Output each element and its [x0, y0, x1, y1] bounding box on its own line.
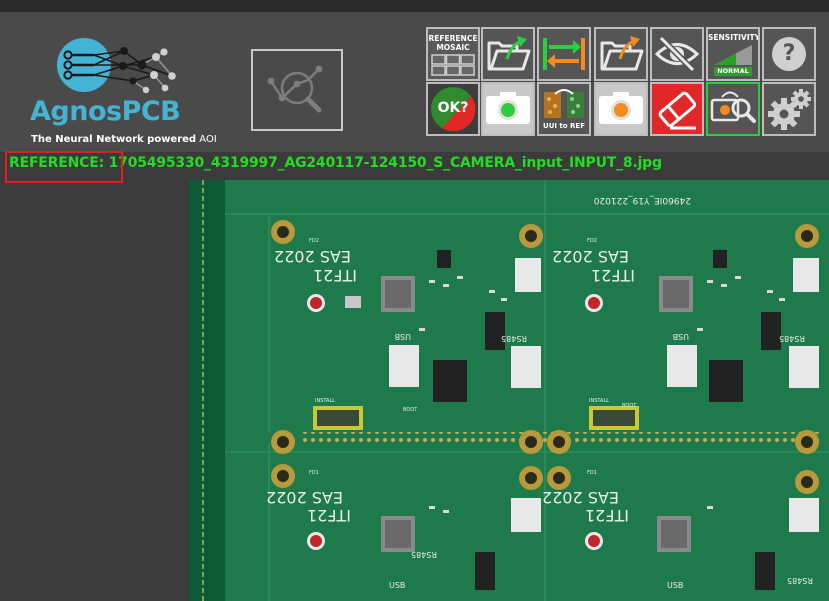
silk-usb-2: USB [673, 332, 689, 341]
swap-arrows-icon [543, 38, 585, 70]
silk-itf-3: ITF21 [307, 506, 351, 525]
capture-inspection-button[interactable] [594, 82, 648, 136]
camera-green-icon [486, 92, 530, 124]
gears-icon [768, 89, 811, 130]
logo-icon [57, 38, 176, 94]
silk-rs485-2: RS485 [779, 334, 805, 343]
ok-check-button[interactable]: OK? [426, 82, 480, 136]
camera-orange-icon [599, 92, 643, 124]
silk-boot-1: BOOT [403, 407, 418, 413]
help-button[interactable]: ? [762, 27, 816, 81]
load-inspection-button[interactable] [594, 27, 648, 81]
uui-to-ref-label: UUI to REF [543, 122, 585, 130]
capture-reference-button[interactable] [481, 82, 535, 136]
reference-filename: 1705495330_4319997_AG240117-124150_S_CAM… [103, 155, 662, 171]
silk-itf-2: ITF21 [591, 266, 635, 285]
ok-label: OK? [437, 100, 469, 116]
silk-boot-2: BOOT [622, 403, 637, 409]
silk-eas-1: EAS 2022 [274, 247, 351, 266]
silk-itf-1: ITF21 [313, 266, 357, 285]
grid-icon [431, 54, 475, 76]
silk-fd1-1: FD1 [309, 470, 319, 476]
silk-usb-4: USB [667, 581, 683, 590]
silk-fd1-2: FD1 [587, 470, 597, 476]
settings-button[interactable] [762, 82, 816, 136]
uui-to-ref-button[interactable]: UUI to REF [537, 82, 591, 136]
folder-upload-icon [487, 36, 531, 71]
inspect-button[interactable] [251, 49, 343, 131]
logo-tagline-bold: The Neural Network powered [31, 134, 197, 145]
silk-rs485-3: RS485 [411, 550, 437, 559]
board-code: 24960IE_Y19_221020 [593, 195, 691, 205]
title-strip [0, 0, 829, 12]
reference-highlight-box [5, 151, 123, 183]
logo-tagline: The Neural Network powered AOI [31, 134, 217, 145]
silk-install-1: INSTALL [315, 398, 335, 404]
silk-fd2-2: FD2 [587, 238, 597, 244]
sensitivity-button[interactable]: SENSITIVITY NORMAL [706, 27, 760, 81]
silk-rs485-4: RS485 [787, 576, 813, 585]
help-glyph: ? [782, 41, 796, 66]
silk-usb-1: USB [395, 332, 411, 341]
reference-mosaic-button[interactable]: REFERENCE MOSAIC [426, 27, 480, 81]
toggle-visibility-button[interactable] [650, 27, 704, 81]
inspect-camera-button[interactable] [706, 82, 760, 136]
silk-itf-4: ITF21 [585, 506, 629, 525]
sensitivity-value: NORMAL [714, 67, 752, 76]
logo-tagline-suffix: AOI [196, 134, 217, 145]
swap-images-button[interactable] [537, 27, 591, 81]
search-analysis-icon [267, 65, 323, 113]
app-window: AgnosPCB The Neural Network powered AOI [0, 0, 829, 601]
eraser-icon [658, 91, 697, 130]
silk-rs485-1: RS485 [501, 334, 527, 343]
silk-eas-2: EAS 2022 [552, 247, 629, 266]
silk-install-2: INSTALL [589, 398, 609, 404]
toolbar: AgnosPCB The Neural Network powered AOI [0, 12, 829, 152]
silk-eas-4: EAS 2022 [542, 488, 619, 507]
camera-search-icon [710, 91, 756, 123]
pcb-reference-image[interactable]: 24960IE_Y19_221020 EAS 2022 ITF21 EAS 20… [189, 180, 829, 601]
erase-button[interactable] [650, 82, 704, 136]
silk-fd2-1: FD2 [309, 238, 319, 244]
logo-wordmark: AgnosPCB [30, 96, 181, 127]
eye-off-icon [654, 35, 700, 73]
logo [24, 32, 199, 148]
folder-open-icon [600, 36, 644, 71]
load-reference-button[interactable] [481, 27, 535, 81]
silk-eas-3: EAS 2022 [266, 488, 343, 507]
silk-usb-3: USB [389, 581, 405, 590]
pcb-image: 24960IE_Y19_221020 EAS 2022 ITF21 EAS 20… [189, 180, 829, 601]
